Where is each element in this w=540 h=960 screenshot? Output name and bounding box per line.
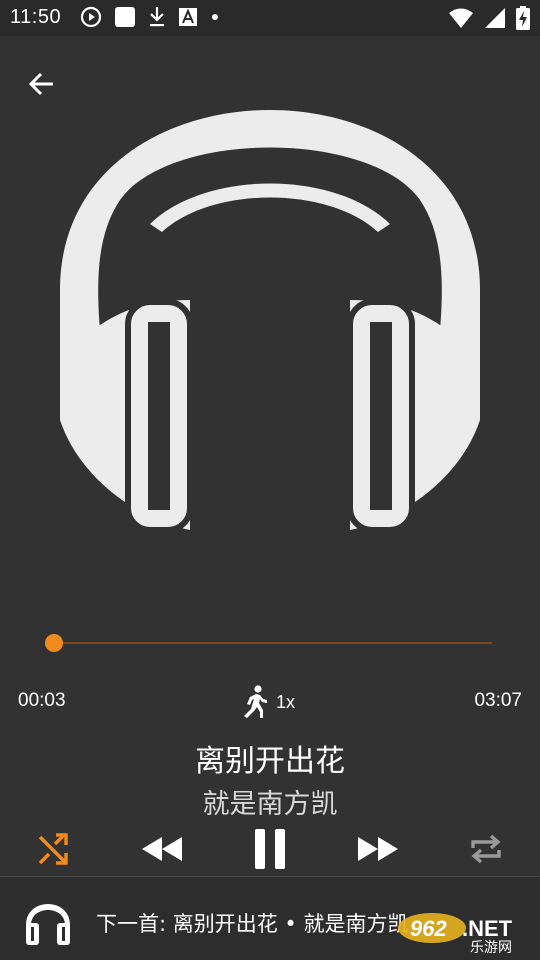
font-a-icon xyxy=(179,8,197,26)
status-time: 11:50 xyxy=(10,6,62,28)
fast-forward-icon xyxy=(358,837,398,861)
shuffle-button[interactable] xyxy=(26,822,82,876)
progress-seekbar[interactable] xyxy=(45,632,496,654)
cellular-signal-icon xyxy=(485,8,505,28)
arrow-back-icon xyxy=(28,72,53,96)
status-icons-left xyxy=(80,6,220,28)
playback-controls xyxy=(0,822,540,876)
speed-label: 1x xyxy=(276,691,296,712)
shuffle-icon xyxy=(38,833,68,865)
play-circle-icon xyxy=(80,6,102,28)
next-button[interactable] xyxy=(350,822,406,876)
seek-thumb[interactable] xyxy=(45,634,63,652)
song-title: 离别开出花 xyxy=(195,744,345,779)
status-bar: 11:50 xyxy=(0,0,540,36)
wifi-icon xyxy=(449,8,473,28)
headphones-icon xyxy=(60,110,480,530)
repeat-button[interactable] xyxy=(458,822,514,876)
playback-speed-button[interactable]: 1x xyxy=(240,684,295,720)
dot-icon xyxy=(212,14,218,20)
status-icons-right xyxy=(448,6,530,30)
total-time: 03:07 xyxy=(474,690,522,711)
back-button[interactable] xyxy=(22,66,62,102)
site-watermark-logo: 962 .NET 乐游网 xyxy=(398,913,513,954)
svg-text:962: 962 xyxy=(410,916,447,941)
repeat-icon xyxy=(471,834,501,864)
next-up-bar[interactable]: 下一首: 离别开出花 • 就是南方凯 962 .NET 乐游网 xyxy=(0,877,540,960)
svg-text:.NET: .NET xyxy=(462,916,513,941)
pause-icon xyxy=(255,829,285,869)
song-artist: 就是南方凯 xyxy=(202,789,338,820)
svg-text:乐游网: 乐游网 xyxy=(470,940,512,954)
seek-track xyxy=(54,642,492,644)
previous-button[interactable] xyxy=(134,822,190,876)
rewind-icon xyxy=(142,837,182,861)
battery-charging-icon xyxy=(516,6,530,30)
elapsed-time: 00:03 xyxy=(18,690,66,711)
running-person-icon xyxy=(244,685,267,718)
download-icon xyxy=(150,7,164,27)
play-pause-button[interactable] xyxy=(242,822,298,876)
white-square-icon xyxy=(115,7,135,27)
headphones-small-icon xyxy=(26,904,70,945)
